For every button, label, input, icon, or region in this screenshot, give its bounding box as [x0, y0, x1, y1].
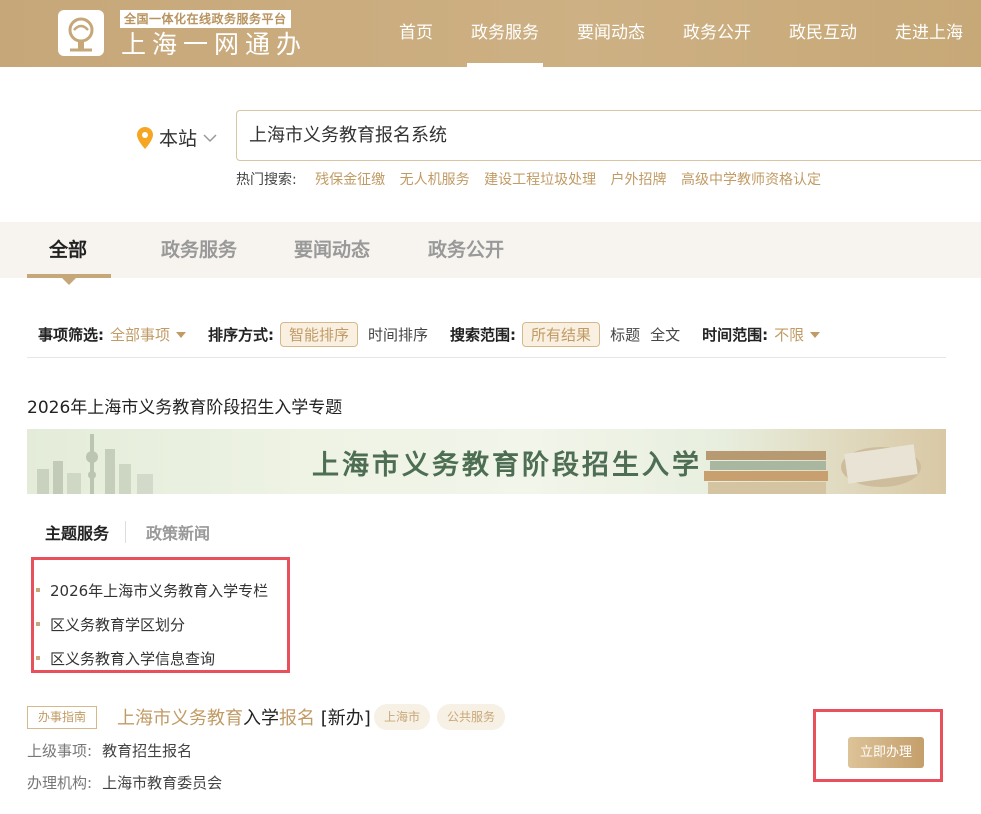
list-item[interactable]: 区义务教育学区划分: [36, 607, 268, 641]
filter-divider: [27, 357, 946, 358]
category-badge: 公共服务: [437, 704, 506, 730]
time-range-value: 不限: [774, 325, 805, 344]
bullet-icon: [36, 656, 40, 660]
hot-search-item[interactable]: 无人机服务: [400, 172, 470, 188]
org-row: 办理机构: 上海市教育委员会: [27, 772, 222, 793]
hot-search-item[interactable]: 户外招牌: [611, 172, 667, 188]
guide-tag: 办事指南: [27, 706, 98, 729]
city-skyline-icon: [37, 434, 153, 494]
nav-government-services[interactable]: 政务服务: [452, 0, 558, 67]
hot-search-item[interactable]: 建设工程垃圾处理: [484, 172, 596, 188]
service-link[interactable]: 区义务教育入学信息查询: [50, 648, 215, 669]
service-link[interactable]: 2026年上海市义务教育入学专栏: [50, 580, 268, 601]
range-title-option[interactable]: 标题: [610, 324, 640, 345]
sort-time-option[interactable]: 时间排序: [368, 324, 428, 345]
org-label: 办理机构:: [27, 774, 93, 792]
search-scope-selector[interactable]: 本站: [137, 124, 217, 151]
main-nav: 首页 政务服务 要闻动态 政务公开 政民互动 走进上海: [380, 0, 981, 67]
parent-item-value: 教育招生报名: [102, 742, 193, 760]
time-range-dropdown[interactable]: 不限: [774, 324, 821, 345]
caret-down-icon: [176, 332, 187, 338]
active-tab-caret-icon: [62, 278, 76, 285]
item-filter-value: 全部事项: [110, 325, 171, 344]
tab-all[interactable]: 全部: [49, 222, 87, 278]
caret-down-icon: [810, 332, 821, 338]
list-item[interactable]: 区义务教育入学信息查询: [36, 641, 268, 675]
topic-banner[interactable]: 上海市义务教育阶段招生入学: [27, 429, 946, 494]
range-label: 搜索范围:: [450, 325, 517, 344]
item-filter-label: 事项筛选:: [38, 325, 104, 344]
filter-bar: 事项筛选: 全部事项 排序方式: 智能排序 时间排序 搜索范围: 所有结果 标题…: [38, 320, 821, 348]
parent-item-row: 上级事项: 教育招生报名: [27, 740, 192, 761]
service-link[interactable]: 区义务教育学区划分: [50, 614, 185, 635]
sort-smart-option[interactable]: 智能排序: [280, 321, 359, 347]
logo-subtitle: 全国一体化在线政务服务平台: [120, 10, 291, 28]
time-range-label: 时间范围:: [702, 325, 769, 344]
banner-title: 上海市义务教育阶段招生入学: [312, 450, 702, 481]
topic-title[interactable]: 2026年上海市义务教育阶段招生入学专题: [27, 393, 342, 418]
topic-sub-tabs: 主题服务 政策新闻: [45, 520, 210, 544]
nav-about-shanghai[interactable]: 走进上海: [876, 0, 981, 67]
nav-news[interactable]: 要闻动态: [558, 0, 664, 67]
bullet-icon: [36, 588, 40, 592]
result-tabs: 全部 政务服务 要闻动态 政务公开: [0, 222, 981, 278]
hot-search-label: 热门搜索:: [236, 172, 297, 188]
search-scope-label: 本站: [159, 128, 198, 150]
logo-title[interactable]: 上海一网通办: [121, 30, 307, 60]
nav-home[interactable]: 首页: [380, 0, 452, 67]
tab-theme-services[interactable]: 主题服务: [45, 520, 109, 544]
hot-search: 热门搜索: 残保金征缴 无人机服务 建设工程垃圾处理 户外招牌 高级中学教师资格…: [236, 169, 831, 189]
books-illustration-icon: [704, 444, 921, 494]
sort-label: 排序方式:: [208, 325, 275, 344]
result-title-part: [新办]: [315, 708, 371, 729]
tab-policy-news[interactable]: 政策新闻: [146, 520, 210, 544]
org-value: 上海市教育委员会: [102, 774, 223, 792]
bullet-icon: [36, 622, 40, 626]
logo-emblem-icon[interactable]: [58, 10, 104, 56]
list-item[interactable]: 2026年上海市义务教育入学专栏: [36, 573, 268, 607]
apply-now-button[interactable]: 立即办理: [848, 737, 924, 768]
result-title-part: 报名: [279, 708, 315, 729]
item-filter-dropdown[interactable]: 全部事项: [110, 324, 187, 345]
hot-search-item[interactable]: 高级中学教师资格认定: [681, 172, 821, 188]
range-all-option[interactable]: 所有结果: [522, 321, 601, 347]
theme-service-list: 2026年上海市义务教育入学专栏 区义务教育学区划分 区义务教育入学信息查询: [36, 573, 268, 675]
parent-item-label: 上级事项:: [27, 742, 93, 760]
hot-search-item[interactable]: 残保金征缴: [315, 172, 385, 188]
region-badge: 上海市: [374, 704, 431, 730]
nav-interaction[interactable]: 政民互动: [770, 0, 876, 67]
chevron-down-icon: [203, 133, 217, 142]
range-fulltext-option[interactable]: 全文: [650, 324, 680, 345]
location-pin-icon: [137, 126, 153, 149]
tab-government-services[interactable]: 政务服务: [161, 222, 237, 278]
tab-public-affairs[interactable]: 政务公开: [428, 222, 504, 278]
top-header: 全国一体化在线政务服务平台 上海一网通办 首页 政务服务 要闻动态 政务公开 政…: [0, 0, 981, 67]
result-title-link[interactable]: 上海市义务教育入学报名 [新办]: [117, 704, 371, 730]
search-input[interactable]: 上海市义务教育报名系统: [236, 110, 981, 161]
nav-public-affairs[interactable]: 政务公开: [664, 0, 770, 67]
result-title-part: 上海市义务教育: [117, 708, 243, 729]
result-title-part: 入学: [243, 708, 279, 729]
tab-news[interactable]: 要闻动态: [294, 222, 370, 278]
